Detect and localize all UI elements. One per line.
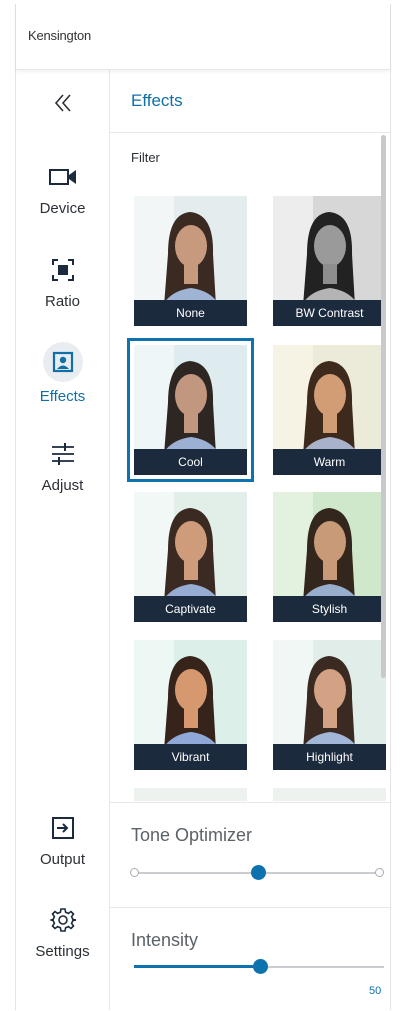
intensity-value: 50 [369,985,382,997]
sidebar-item-label: Device [39,200,86,217]
sidebar-item-ratio[interactable]: Ratio [16,253,109,310]
slider-max-dot [375,868,384,877]
filter-tile-partial [273,788,386,801]
intensity-label: Intensity [131,930,199,950]
filter-scrollbar[interactable] [381,135,386,678]
filter-label: Cool [134,449,247,475]
tone-optimizer-label: Tone Optimizer [131,825,253,845]
filter-label: Vibrant [134,744,247,770]
slider-min-dot [130,868,139,877]
app-window: Kensington Device Ratio Effects Adjust O… [15,4,391,1011]
intensity-section: Intensity 50 [110,907,390,1011]
filter-tile-bw-contrast[interactable]: BW Contrast [273,196,386,326]
output-arrow-icon [51,817,74,839]
filter-gallery[interactable]: Filter None BW Contrast Cool Warm Captiv… [110,133,390,801]
sidebar-item-label: Adjust [41,477,84,494]
slider-thumb[interactable] [251,865,266,880]
gear-icon [49,908,76,932]
filter-tile-none[interactable]: None [134,196,247,326]
filter-tile-partial [134,788,247,801]
double-chevron-left-icon [54,94,71,112]
slider-fill [134,965,260,968]
ratio-frame-icon [51,259,74,281]
filter-tile-stylish[interactable]: Stylish [273,492,386,622]
filter-tile-cool[interactable]: Cool [127,338,254,482]
filter-label: Captivate [134,596,247,622]
sidebar-item-effects[interactable]: Effects [16,342,109,405]
brand-name: Kensington [28,28,92,43]
sidebar-item-label: Ratio [44,293,81,310]
filter-tile-vibrant[interactable]: Vibrant [134,640,247,770]
filter-label: None [134,300,247,326]
filter-tile-captivate[interactable]: Captivate [134,492,247,622]
sidebar-item-label: Settings [35,943,90,960]
filter-tile-warm[interactable]: Warm [273,345,386,475]
filter-label: Stylish [273,596,386,622]
collapse-sidebar-button[interactable] [46,88,80,118]
tone-optimizer-section: Tone Optimizer [110,802,390,907]
sidebar-item-adjust[interactable]: Adjust [16,437,109,494]
filter-label: Warm [273,449,386,475]
sidebar-item-output[interactable]: Output [16,811,109,868]
portrait-icon [52,351,73,373]
sidebar-item-label: Effects [39,388,86,405]
filter-label: BW Contrast [273,300,386,326]
filter-label: Highlight [273,744,386,770]
panel-header: Effects [110,70,390,133]
filter-section-title: Filter [131,150,160,165]
sliders-icon [51,443,74,465]
effects-panel: Effects Filter None BW Contrast Cool War… [110,70,390,1011]
camera-icon [48,169,76,185]
active-indicator [42,342,83,382]
sidebar-item-device[interactable]: Device [16,160,109,217]
slider-thumb[interactable] [253,959,268,974]
page-title: Effects [131,91,183,110]
filter-tile-highlight[interactable]: Highlight [273,640,386,770]
sidebar: Device Ratio Effects Adjust Output Setti… [16,70,110,1010]
title-bar: Kensington [16,4,390,70]
sidebar-item-settings[interactable]: Settings [16,903,109,960]
sidebar-item-label: Output [39,851,86,868]
